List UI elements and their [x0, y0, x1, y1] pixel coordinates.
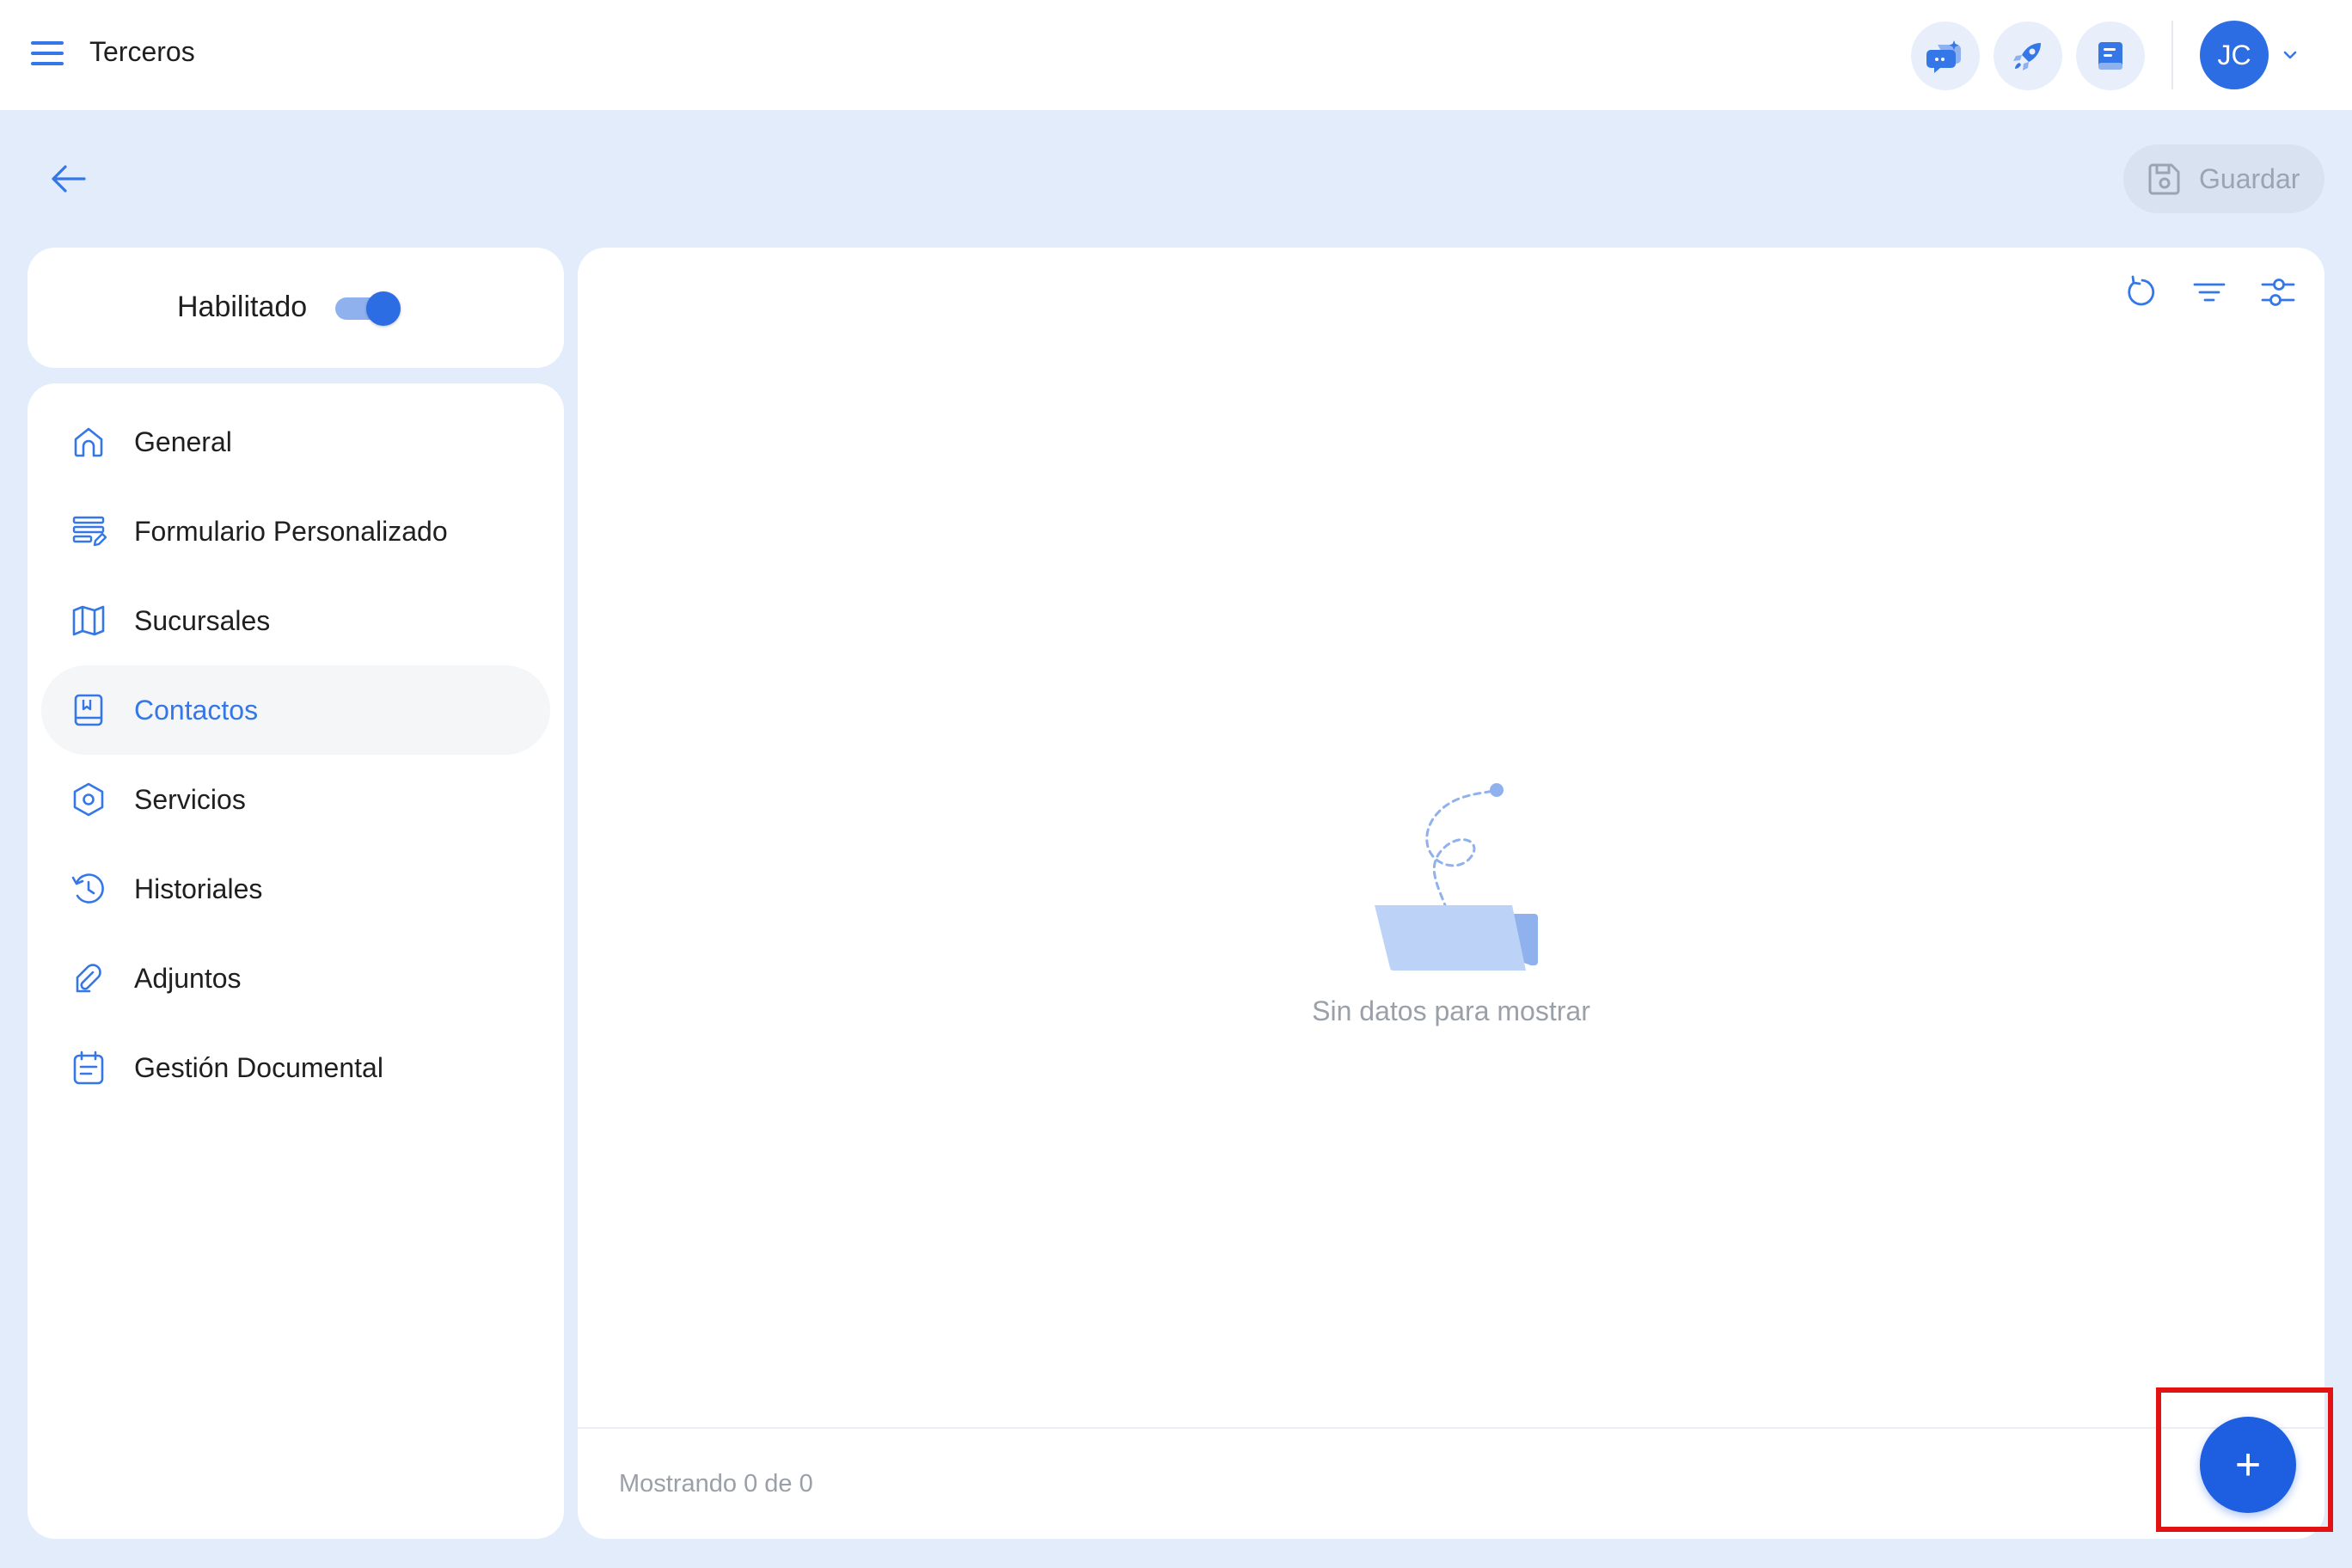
empty-folder-illustration: [1375, 783, 1538, 971]
sidebar-item-servicios[interactable]: Servicios: [41, 755, 550, 844]
sidebar-item-label: General: [134, 426, 232, 457]
sidebar-item-adjuntos[interactable]: Adjuntos: [41, 934, 550, 1023]
sidebar-item-gestion-documental[interactable]: Gestión Documental: [41, 1023, 550, 1112]
sidebar: General Formulario Personalizado Sucursa…: [28, 383, 564, 1539]
save-button-label: Guardar: [2199, 162, 2300, 194]
home-icon: [74, 427, 103, 457]
hexagon-icon: [73, 782, 104, 817]
book-icon: [2098, 42, 2122, 70]
refresh-button[interactable]: [2116, 268, 2165, 316]
save-button[interactable]: Guardar: [2123, 144, 2324, 213]
contact-book-icon: [74, 694, 103, 726]
sidebar-item-historiales[interactable]: Historiales: [41, 844, 550, 934]
refresh-icon: [2128, 275, 2155, 306]
sidebar-item-label: Adjuntos: [134, 962, 242, 994]
header-divider: [2171, 21, 2173, 89]
status-card: Habilitado: [28, 248, 564, 368]
sidebar-item-label: Contactos: [134, 694, 259, 726]
contacts-panel: Sin datos para mostrar Mostrando 0 de 0: [578, 248, 2324, 1539]
sidebar-item-general[interactable]: General: [41, 397, 550, 487]
rocket-icon: [2013, 43, 2041, 70]
sidebar-item-sucursales[interactable]: Sucursales: [41, 576, 550, 665]
paperclip-icon: [76, 964, 101, 993]
book-button[interactable]: [2076, 21, 2145, 90]
sidebar-item-label: Gestión Documental: [134, 1051, 383, 1083]
chat-help-button[interactable]: [1911, 21, 1980, 90]
pagination-count: Mostrando 0 de 0: [619, 1470, 813, 1498]
sidebar-item-label: Formulario Personalizado: [134, 515, 448, 547]
toggle-knob: [366, 291, 401, 326]
settings-button[interactable]: [2254, 268, 2302, 316]
arrow-left-icon[interactable]: [46, 160, 89, 198]
enabled-toggle[interactable]: [334, 291, 401, 326]
user-avatar[interactable]: JC: [2200, 21, 2269, 89]
top-bar: Terceros JC: [0, 0, 2352, 110]
map-icon: [72, 605, 105, 636]
sidebar-item-contactos[interactable]: Contactos: [41, 665, 550, 755]
sidebar-item-label: Servicios: [134, 783, 246, 815]
filter-icon: [2193, 283, 2226, 302]
form-edit-icon: [72, 516, 107, 547]
rocket-button[interactable]: [1994, 21, 2062, 90]
floppy-disk-icon: [2148, 163, 2180, 195]
chat-help-icon: [1926, 40, 1961, 73]
history-icon: [71, 873, 104, 903]
footer-divider: [578, 1427, 2324, 1429]
chevron-down-icon[interactable]: [2280, 45, 2300, 65]
sidebar-item-formulario-personalizado[interactable]: Formulario Personalizado: [41, 487, 550, 576]
sidebar-item-label: Sucursales: [134, 604, 271, 636]
add-contact-button[interactable]: +: [2200, 1417, 2296, 1513]
page-title: Terceros: [89, 36, 195, 67]
sidebar-item-label: Historiales: [134, 873, 263, 904]
status-label: Habilitado: [177, 291, 308, 323]
hamburger-menu-icon[interactable]: [29, 38, 65, 69]
calendar-doc-icon: [73, 1050, 104, 1085]
empty-state-message: Sin datos para mostrar: [1312, 995, 1590, 1026]
settings-sliders-icon: [2261, 279, 2295, 306]
filter-button[interactable]: [2185, 268, 2233, 316]
